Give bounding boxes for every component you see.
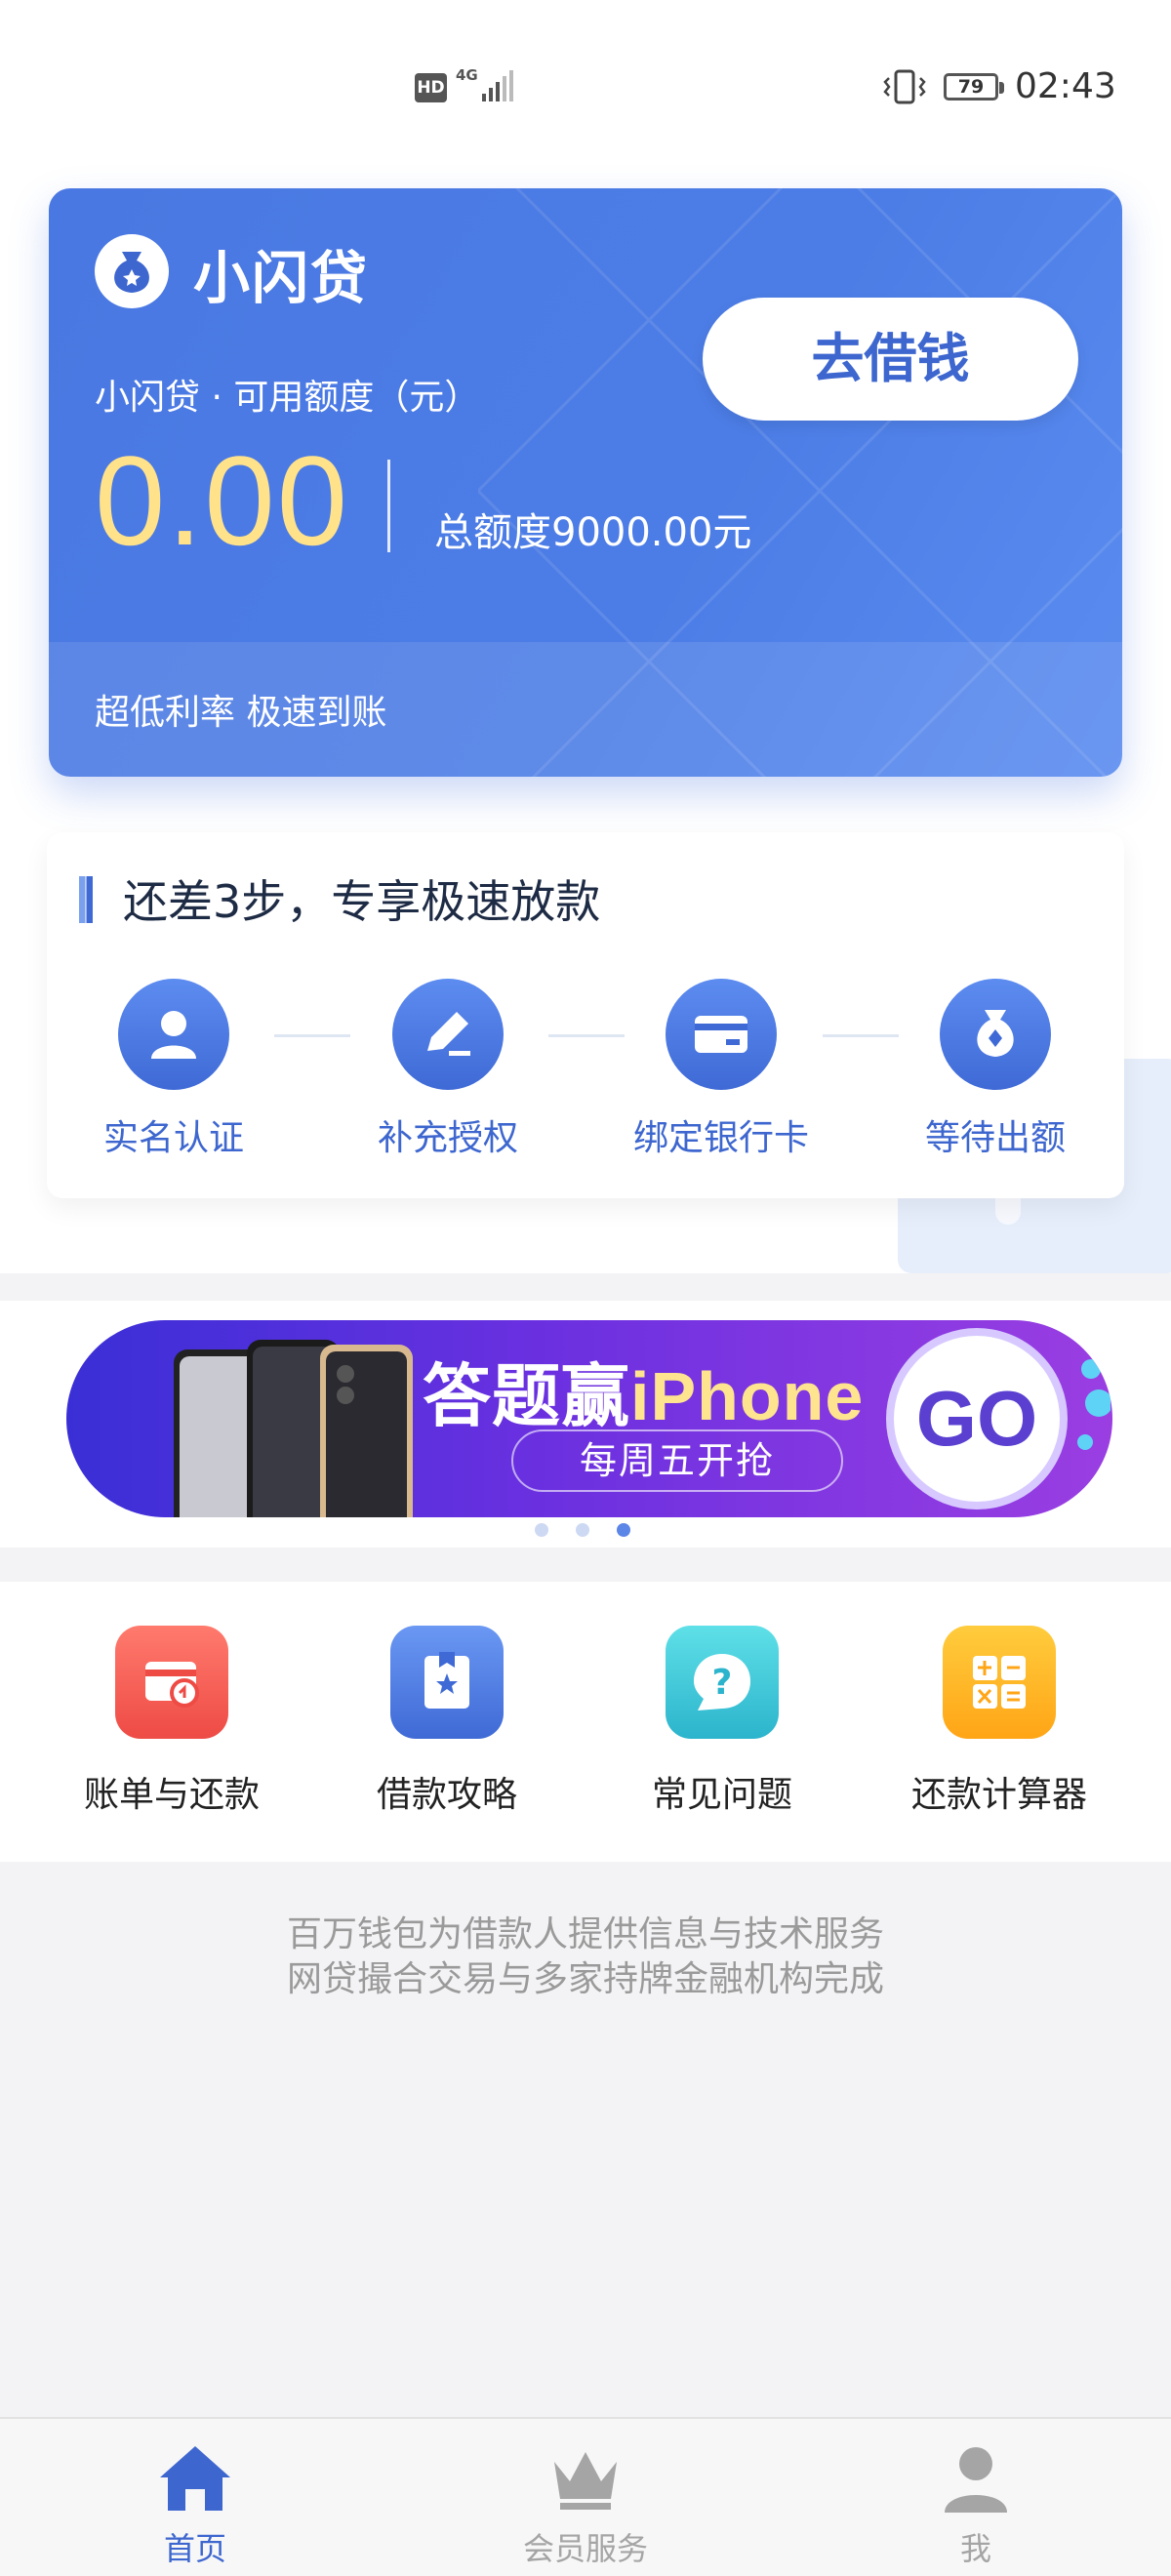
tool-loan-guide[interactable]: 借款攻略 (310, 1626, 584, 1817)
tool-label: 常见问题 (651, 1775, 792, 1815)
hd-icon: HD (415, 73, 447, 102)
pagination-dot-active[interactable] (617, 1523, 630, 1537)
pagination-dot[interactable] (535, 1523, 548, 1537)
tab-membership[interactable]: 会员服务 (468, 2438, 703, 2569)
crown-icon (554, 2452, 617, 2510)
tool-label: 还款计算器 (910, 1775, 1087, 1815)
verification-steps-card: 还差3步，专享极速放款 实名认证 补充授权 绑定银行卡 等待出额 (47, 832, 1124, 1198)
splash-decoration (1077, 1359, 1110, 1450)
guide-icon (390, 1626, 504, 1739)
svg-text:?: ? (712, 1663, 733, 1703)
promo-banner[interactable]: 答题赢iPhone 每周五开抢 GO (66, 1320, 1112, 1517)
borrow-button[interactable]: 去借钱 (703, 298, 1078, 421)
banner-headline-cn: 答题赢 (423, 1358, 630, 1434)
section-separator (0, 1273, 1171, 1301)
total-credit: 总额度9000.00元 (434, 510, 752, 555)
banner-headline: 答题赢iPhone (423, 1342, 864, 1440)
step-label: 补充授权 (377, 1118, 518, 1158)
tool-label: 借款攻略 (376, 1775, 517, 1815)
person-icon (118, 979, 229, 1090)
step-label: 实名认证 (102, 1118, 244, 1158)
steps-title: 还差3步，专享极速放款 (123, 875, 601, 928)
step-label: 等待出额 (924, 1118, 1066, 1158)
available-credit-label: 小闪贷 · 可用额度（元） (95, 378, 480, 418)
status-bar: HD 4G 79 02:43 (0, 0, 1171, 176)
card-icon (666, 979, 777, 1090)
slogan: 超低利率 极速到账 (95, 693, 387, 733)
iphone-image (174, 1340, 413, 1517)
tool-faq[interactable]: ? 常见问题 (586, 1626, 859, 1817)
tab-home[interactable]: 首页 (78, 2438, 312, 2569)
bill-icon (115, 1626, 228, 1739)
vibrate-icon (883, 69, 926, 104)
home-icon (160, 2446, 230, 2511)
banner-section: 答题赢iPhone 每周五开抢 GO (0, 1301, 1171, 1548)
banner-pagination (535, 1523, 642, 1541)
battery-icon: 79 (944, 73, 1004, 101)
step-wait-credit[interactable]: 等待出额 (873, 979, 1117, 1160)
tool-bill-repay[interactable]: 账单与还款 (35, 1626, 308, 1817)
question-icon: ? (666, 1626, 779, 1739)
bottom-tab-bar: 首页 会员服务 我 (0, 2417, 1171, 2576)
disclaimer: 百万钱包为借款人提供信息与技术服务 网贷撮合交易与多家持牌金融机构完成 (0, 1912, 1171, 2002)
step-real-name[interactable]: 实名认证 (52, 979, 296, 1160)
tab-me[interactable]: 我 (859, 2438, 1093, 2569)
tab-label: 我 (959, 2530, 991, 2567)
quick-tools: 账单与还款 借款攻略 ? 常见问题 还款计算器 (0, 1582, 1171, 1862)
network-type: 4G (456, 66, 478, 84)
tab-label: 会员服务 (522, 2530, 648, 2567)
money-bag-logo-icon (95, 234, 169, 308)
disclaimer-line: 百万钱包为借款人提供信息与技术服务 (286, 1914, 884, 1954)
signal-icon (482, 70, 513, 101)
clock: 02:43 (1015, 66, 1116, 106)
tab-label: 首页 (163, 2530, 226, 2567)
disclaimer-line: 网贷撮合交易与多家持牌金融机构完成 (286, 1959, 884, 1999)
brand-name: 小闪贷 (193, 245, 370, 311)
money-bag-icon (940, 979, 1051, 1090)
user-icon (945, 2447, 1007, 2513)
tool-repay-calculator[interactable]: 还款计算器 (863, 1626, 1136, 1817)
step-bind-card[interactable]: 绑定银行卡 (599, 979, 843, 1160)
amount-divider (387, 460, 390, 552)
banner-subtitle: 每周五开抢 (511, 1429, 843, 1492)
edit-icon (392, 979, 504, 1090)
title-accent-bar (79, 876, 93, 923)
step-label: 绑定银行卡 (632, 1118, 809, 1158)
calculator-icon (943, 1626, 1056, 1739)
step-authorize[interactable]: 补充授权 (326, 979, 570, 1160)
banner-headline-en: iPhone (630, 1358, 865, 1434)
tool-label: 账单与还款 (83, 1775, 260, 1815)
go-button[interactable]: GO (886, 1328, 1068, 1509)
available-amount: 0.00 (95, 429, 350, 572)
pagination-dot[interactable] (576, 1523, 589, 1537)
section-separator (0, 1548, 1171, 1582)
credit-card-panel: 小闪贷 小闪贷 · 可用额度（元） 0.00 总额度9000.00元 去借钱 超… (49, 188, 1122, 777)
